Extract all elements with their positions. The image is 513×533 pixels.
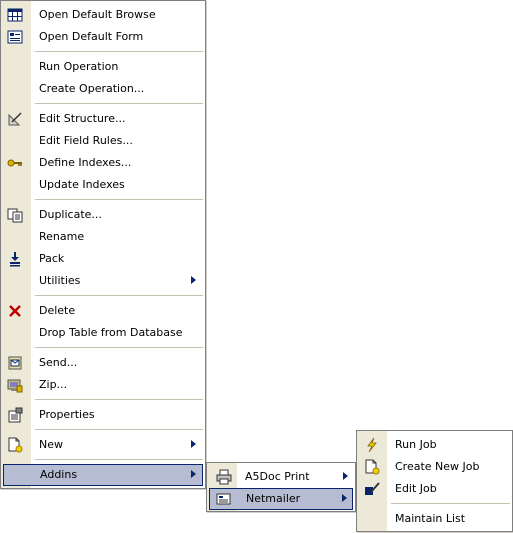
menu-item-label: Edit Structure... [39,112,126,125]
menu-item-edit-field-rules[interactable]: Edit Field Rules... [2,130,204,152]
menu-item-edit-structure[interactable]: Edit Structure... [2,108,204,130]
menu-item-label: Edit Job [395,482,437,495]
menu-item-label: Pack [39,252,65,265]
pack-icon [7,251,23,267]
menu-item-pack[interactable]: Pack [2,248,204,270]
menu-item-new[interactable]: New [2,434,204,456]
menu-item-open-default-form[interactable]: Open Default Form [2,26,204,48]
menu-separator [35,51,203,52]
menu-item-label: Maintain List [395,512,466,525]
menu-item-zip[interactable]: Zip... [2,374,204,396]
menu-item-label: Send... [39,356,78,369]
menu-item-send[interactable]: Send... [2,352,204,374]
addins-submenu: A5Doc Print Netmailer [206,462,356,512]
menu-item-run-job[interactable]: Run Job [358,434,511,456]
menu-item-label: Delete [39,304,76,317]
submenu-arrow-icon [191,440,196,448]
menu-item-label: Open Default Browse [39,8,156,21]
menu-separator [35,103,203,104]
menu-item-a5doc-print[interactable]: A5Doc Print [208,466,354,488]
menu-item-label: Create Operation... [39,82,145,95]
menu-item-label: Zip... [39,378,68,391]
submenu-arrow-icon [191,276,196,284]
menu-item-label: Utilities [39,274,81,287]
menu-item-label: Define Indexes... [39,156,132,169]
menu-item-label: Drop Table from Database [39,326,183,339]
submenu-arrow-icon [191,470,196,478]
send-icon [7,355,23,371]
menu-item-addins[interactable]: Addins [3,464,203,486]
menu-item-edit-job[interactable]: Edit Job [358,478,511,500]
edit-job-icon [364,481,380,497]
menu-separator [35,399,203,400]
menu-item-label: Create New Job [395,460,480,473]
submenu-arrow-icon [342,494,347,502]
menu-item-label: Open Default Form [39,30,144,43]
menu-item-label: Properties [39,408,95,421]
menu-item-label: Duplicate... [39,208,102,221]
netmailer-icon [216,491,232,507]
menu-item-delete[interactable]: Delete [2,300,204,322]
menu-separator [391,503,510,504]
menu-item-label: Update Indexes [39,178,125,191]
menu-item-create-operation[interactable]: Create Operation... [2,78,204,100]
menu-item-label: Netmailer [246,492,301,505]
menu-item-label: New [39,438,63,451]
netmailer-submenu: Run Job Create New Job Edit Job Maintain… [356,430,513,532]
menu-item-label: Edit Field Rules... [39,134,133,147]
zip-icon [7,377,23,393]
menu-separator [35,459,203,460]
key-icon [7,155,23,171]
menu-item-properties[interactable]: Properties [2,404,204,426]
menu-item-label: Addins [40,468,78,481]
lightning-icon [364,437,380,453]
properties-icon [7,407,23,423]
menu-item-run-operation[interactable]: Run Operation [2,56,204,78]
menu-separator [35,295,203,296]
menu-item-open-default-browse[interactable]: Open Default Browse [2,4,204,26]
context-menu: Open Default Browse Open Default Form Ru… [0,0,206,489]
menu-item-drop-table[interactable]: Drop Table from Database [2,322,204,344]
menu-item-netmailer[interactable]: Netmailer [209,488,353,510]
new-job-icon [364,459,380,475]
menu-item-label: A5Doc Print [245,470,310,483]
menu-item-label: Run Job [395,438,437,451]
menu-item-label: Rename [39,230,85,243]
menu-item-utilities[interactable]: Utilities [2,270,204,292]
menu-item-duplicate[interactable]: Duplicate... [2,204,204,226]
menu-item-label: Run Operation [39,60,119,73]
duplicate-icon [7,207,23,223]
menu-item-maintain-list[interactable]: Maintain List [358,508,511,530]
submenu-arrow-icon [343,472,348,480]
printer-icon [216,469,232,485]
menu-item-define-indexes[interactable]: Define Indexes... [2,152,204,174]
menu-item-rename[interactable]: Rename [2,226,204,248]
menu-separator [35,429,203,430]
delete-x-icon [7,303,23,319]
edit-structure-icon [7,111,23,127]
new-icon [7,437,23,453]
form-icon [7,29,23,45]
menu-item-create-new-job[interactable]: Create New Job [358,456,511,478]
menu-separator [35,199,203,200]
browse-grid-icon [7,7,23,23]
menu-separator [35,347,203,348]
menu-item-update-indexes[interactable]: Update Indexes [2,174,204,196]
